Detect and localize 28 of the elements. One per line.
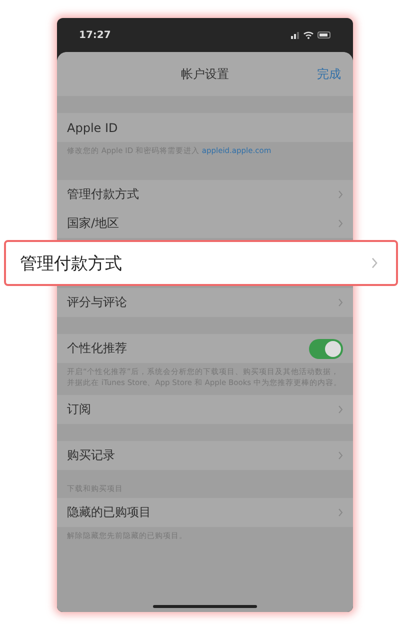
chevron-icon [371,257,378,269]
row-label: 评分与评论 [67,294,127,311]
chevron-icon [338,451,343,460]
chevron-icon [338,219,343,228]
status-icons [291,30,333,40]
status-time: 17:27 [79,30,111,40]
list-row[interactable]: 购买记录 [57,441,353,470]
row-label: 个性化推荐 [67,340,127,357]
list-row[interactable]: 隐藏的已购项目 [57,498,353,527]
list-row[interactable]: 订阅 [57,395,353,424]
toggle-switch[interactable] [309,338,343,358]
row-label: 管理付款方式 [20,252,122,274]
list-row[interactable]: 国家/地区 [57,209,353,238]
row-label: 订阅 [67,401,91,418]
row-label: 管理付款方式 [67,186,139,203]
list-row[interactable]: 管理付款方式 [57,180,353,209]
highlighted-row[interactable]: 管理付款方式 [4,240,398,286]
row-label: Apple ID [67,120,118,134]
row-label: 国家/地区 [67,215,120,232]
row-label: 隐藏的已购项目 [67,504,151,521]
list-row[interactable]: 评分与评论 [57,288,353,317]
row-label: 购买记录 [67,447,115,464]
nav-title: 帐户设置 [181,66,229,82]
chevron-icon [338,190,343,199]
chevron-icon [338,508,343,517]
list-row[interactable]: Apple ID [57,113,353,142]
chevron-icon [338,405,343,414]
chevron-icon [338,298,343,307]
